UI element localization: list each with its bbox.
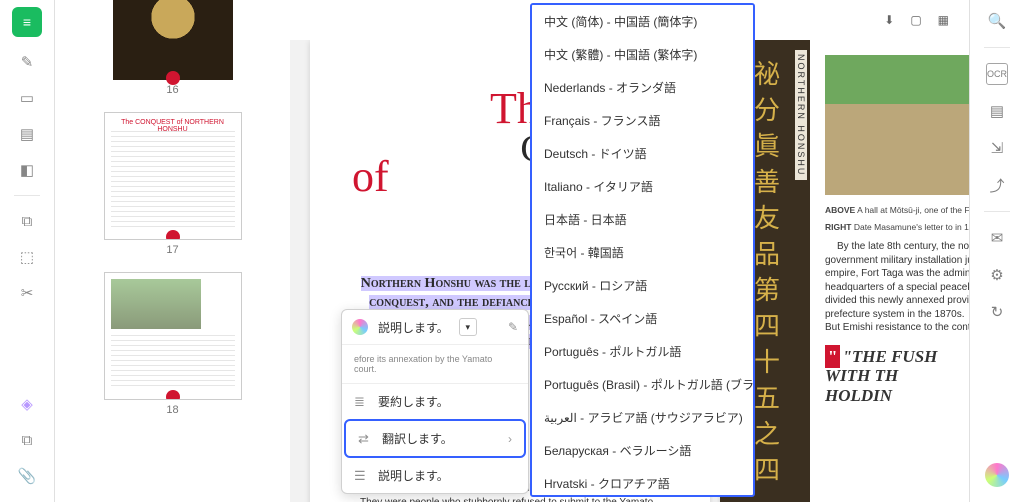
ai-sparkle-icon[interactable] [985, 463, 1009, 487]
side-label: NORTHERN HONSHU [795, 50, 807, 180]
language-option[interactable]: Русский - ロシア語 [532, 269, 753, 302]
pull-quote: ""THE FUSH WITH TH HOLDIN [825, 347, 969, 406]
present-icon[interactable]: ▢ [910, 13, 921, 27]
ai-panel-title: 説明します。 [378, 319, 449, 336]
sparkle-icon [352, 319, 368, 335]
language-option[interactable]: Português - ポルトガル語 [532, 335, 753, 368]
page-icon[interactable]: ▤ [986, 100, 1008, 122]
action-label: 翻訳します。 [382, 430, 453, 447]
language-option[interactable]: 中文 (繁體) - 中国語 (繁体字) [532, 38, 753, 71]
language-option[interactable]: 中文 (简体) - 中国語 (簡体字) [532, 5, 753, 38]
page-number: 16 [166, 84, 178, 96]
search-icon[interactable]: 🔍 [986, 10, 1008, 32]
body-text: By the late 8th century, the northern ho… [825, 240, 969, 335]
copy-icon[interactable]: ⧉ [16, 210, 38, 232]
rotate-icon[interactable]: ↻ [986, 301, 1008, 323]
paste-icon[interactable]: ⬚ [16, 246, 38, 268]
shape-icon[interactable]: ◧ [16, 159, 38, 181]
bookmark-icon[interactable]: ⧉ [16, 429, 38, 451]
ai-action-item[interactable]: ≣ 要約します。 [342, 384, 528, 419]
language-option[interactable]: 한국어 - 韓国語 [532, 236, 753, 269]
title-script: of [352, 158, 389, 195]
chevron-right-icon: › [508, 432, 512, 446]
app-logo[interactable]: ≡ [12, 7, 42, 37]
ocr-icon[interactable]: OCR [986, 63, 1008, 85]
language-option[interactable]: Беларуская - ベラルーシ語 [532, 434, 753, 467]
text-icon[interactable]: ▤ [16, 123, 38, 145]
action-label: 説明します。 [378, 467, 449, 484]
left-toolbar: ≡ ✎ ▭ ▤ ◧ ⧉ ⬚ ✂ ◈ ⧉ 📎 [0, 0, 55, 502]
pen-icon[interactable]: ✎ [508, 320, 518, 334]
thumbnail[interactable]: 18 [90, 272, 255, 418]
action-label: 要約します。 [378, 393, 449, 410]
thumbnail[interactable]: 16 [90, 0, 255, 98]
language-option[interactable]: Nederlands - オランダ語 [532, 71, 753, 104]
language-option[interactable]: Deutsch - ドイツ語 [532, 137, 753, 170]
attachment-icon[interactable]: 📎 [16, 465, 38, 487]
language-option[interactable]: Hrvatski - クロアチア語 [532, 467, 753, 497]
right-toolbar: 🔍 OCR ▤ ⇲ ⤴ ✉ ⚙ ↻ [969, 0, 1024, 502]
page-spread-right: CONQUEST NORTHERN HONSHU 祕分眞善友品第四十五之四 AB… [720, 40, 969, 502]
note-icon[interactable]: ▭ [16, 87, 38, 109]
crop-icon[interactable]: ✂ [16, 282, 38, 304]
mail-icon[interactable]: ✉ [986, 227, 1008, 249]
language-option[interactable]: 日本語 - 日本語 [532, 203, 753, 236]
ai-action-item[interactable]: ☰ 説明します。 [342, 458, 528, 493]
settings-icon[interactable]: ⚙ [986, 264, 1008, 286]
page-number: 18 [166, 404, 178, 416]
download-icon[interactable]: ⬇ [884, 13, 894, 27]
ai-snippet: efore its annexation by the Yamato court… [342, 345, 528, 384]
page-number: 17 [166, 244, 178, 256]
thumbnail[interactable]: 17 [90, 112, 255, 258]
temple-photo [825, 55, 969, 195]
caption: ABOVE A hall at Mōtsū-ji, one of the Fuj… [825, 205, 969, 216]
action-icon: ☰ [354, 468, 368, 484]
export-icon[interactable]: ⇲ [986, 137, 1008, 159]
language-menu: 中文 (简体) - 中国語 (簡体字)中文 (繁體) - 中国語 (繁体字)Ne… [530, 3, 755, 497]
dropdown-caret-icon[interactable]: ▾ [459, 318, 477, 336]
caption: RIGHT Date Masamune's letter to in 1613,… [825, 222, 969, 233]
reader-icon[interactable]: ▦ [938, 13, 949, 27]
highlighter-icon[interactable]: ✎ [16, 51, 38, 73]
language-option[interactable]: Français - フランス語 [532, 104, 753, 137]
thumbnail-panel: 16 17 18 [55, 0, 290, 502]
language-option[interactable]: Português (Brasil) - ポルトガル語 (ブラジル) [532, 368, 753, 401]
language-option[interactable]: Italiano - イタリア語 [532, 170, 753, 203]
share-icon[interactable]: ⤴ [986, 174, 1008, 196]
layers-icon[interactable]: ◈ [16, 393, 38, 415]
action-icon: ⇄ [358, 431, 372, 447]
ai-action-panel: 説明します。 ▾ ✎ efore its annexation by the Y… [341, 309, 529, 494]
action-icon: ≣ [354, 394, 368, 410]
language-option[interactable]: العربية - アラビア語 (サウジアラビア) [532, 401, 753, 434]
language-option[interactable]: Español - スペイン語 [532, 302, 753, 335]
ai-action-item[interactable]: ⇄ 翻訳します。 › [346, 421, 524, 456]
